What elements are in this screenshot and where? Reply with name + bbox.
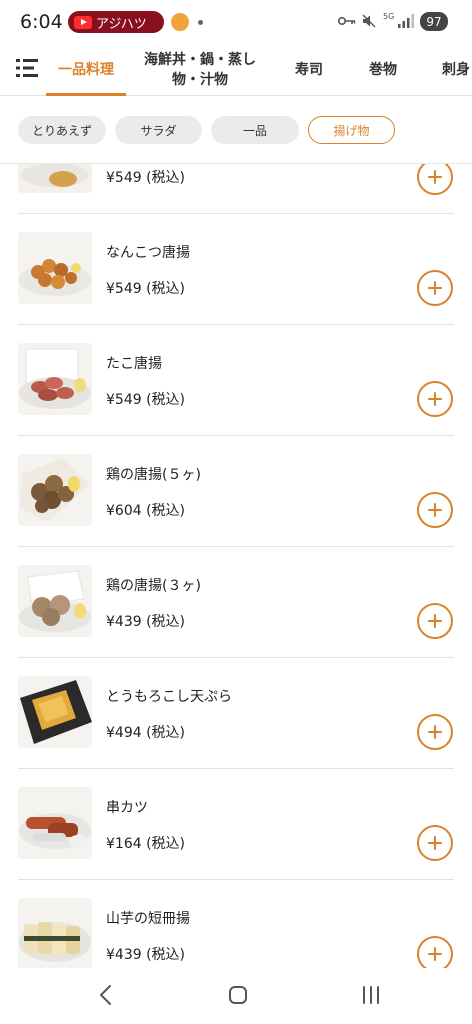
chip-salad[interactable]: サラダ [115, 116, 202, 144]
subcategory-chip-bar: とりあえず サラダ 一品 揚げ物 [0, 96, 472, 164]
item-price: ¥604 (税込) [106, 503, 186, 519]
plus-icon [428, 392, 442, 406]
tab-makimono[interactable]: 巻物 [354, 44, 412, 96]
tab-label: 刺身 [442, 62, 470, 78]
item-photo [18, 454, 92, 526]
add-to-cart-button[interactable] [417, 825, 453, 861]
tab-kaisendon-nabe[interactable]: 海鮮丼・鍋・蒸し 物・汁物 [134, 44, 266, 96]
add-to-cart-button[interactable] [417, 936, 453, 968]
item-price: ¥439 (税込) [106, 947, 186, 963]
tab-label: 寿司 [295, 62, 323, 78]
youtube-label: アジハツ [96, 16, 147, 32]
list-item[interactable]: 鶏の唐揚(５ヶ) ¥604 (税込) [18, 436, 454, 547]
item-name: 山芋の短冊揚 [106, 911, 190, 927]
plus-icon [428, 281, 442, 295]
chip-toriaezu[interactable]: とりあえず [18, 116, 106, 144]
category-tab-bar: 一品料理 海鮮丼・鍋・蒸し 物・汁物 寿司 巻物 刺身 [0, 44, 472, 96]
item-price: ¥549 (税込) [106, 170, 186, 186]
youtube-icon [74, 15, 92, 29]
tab-ippin-ryori[interactable]: 一品料理 [46, 44, 126, 96]
item-photo [18, 565, 92, 637]
add-to-cart-button[interactable] [417, 603, 453, 639]
add-to-cart-button[interactable] [417, 714, 453, 750]
status-bar: 6:04 アジハツ 5G 97 [0, 0, 472, 44]
chip-label: とりあえず [31, 123, 92, 138]
tab-sushi[interactable]: 寿司 [280, 44, 338, 96]
status-time: 6:04 [20, 11, 63, 33]
plus-icon [428, 170, 442, 184]
list-item[interactable]: 鶏の唐揚(３ヶ) ¥439 (税込) [18, 547, 454, 658]
chip-agemono[interactable]: 揚げ物 [308, 116, 395, 144]
add-to-cart-button[interactable] [417, 381, 453, 417]
plus-icon [428, 614, 442, 628]
item-name: なんこつ唐揚 [106, 245, 190, 261]
item-price: ¥164 (税込) [106, 836, 186, 852]
add-to-cart-button[interactable] [417, 492, 453, 528]
item-photo [18, 676, 92, 748]
list-item[interactable]: とうもろこし天ぷら ¥494 (税込) [18, 658, 454, 769]
item-name: 串カツ [106, 800, 148, 816]
list-item[interactable]: なんこつ唐揚 ¥549 (税込) [18, 214, 454, 325]
network-label: 5G [383, 12, 395, 21]
item-name: たこ唐揚 [106, 356, 162, 372]
recents-icon[interactable] [360, 985, 382, 1005]
chip-label: 一品 [242, 123, 267, 138]
menu-item-list[interactable]: ¥549 (税込) なんこつ唐揚 ¥549 (税込) たこ唐揚 ¥549 (税込… [0, 164, 472, 968]
notification-dot [198, 20, 203, 25]
item-photo [18, 343, 92, 415]
home-icon[interactable] [228, 985, 248, 1005]
item-price: ¥439 (税込) [106, 614, 186, 630]
item-price: ¥549 (税込) [106, 392, 186, 408]
tab-label-line2: 物・汁物 [172, 72, 228, 88]
add-to-cart-button[interactable] [417, 164, 453, 195]
back-icon[interactable] [96, 984, 116, 1006]
plus-icon [428, 836, 442, 850]
youtube-notification: アジハツ [68, 11, 164, 33]
app-notification-icon [171, 13, 189, 31]
signal-icon [398, 14, 414, 28]
chip-label: 揚げ物 [333, 123, 370, 138]
list-item[interactable]: 山芋の短冊揚 ¥439 (税込) [18, 880, 454, 968]
item-photo [18, 787, 92, 859]
item-price: ¥494 (税込) [106, 725, 186, 741]
add-to-cart-button[interactable] [417, 270, 453, 306]
plus-icon [428, 725, 442, 739]
tab-label: 一品料理 [58, 62, 114, 78]
system-navigation-bar [0, 968, 472, 1024]
list-item[interactable]: ¥549 (税込) [18, 164, 454, 214]
category-menu-icon[interactable] [16, 57, 40, 79]
chip-label: サラダ [140, 123, 177, 138]
chip-ippin[interactable]: 一品 [211, 116, 299, 144]
list-item[interactable]: たこ唐揚 ¥549 (税込) [18, 325, 454, 436]
plus-icon [428, 503, 442, 517]
tab-sashimi[interactable]: 刺身 [428, 44, 472, 96]
item-photo [18, 232, 92, 304]
mute-icon [362, 14, 376, 28]
tab-label: 巻物 [369, 62, 397, 78]
item-name: とうもろこし天ぷら [106, 689, 232, 705]
item-name: 鶏の唐揚(３ヶ) [106, 578, 201, 594]
item-name: 鶏の唐揚(５ヶ) [106, 467, 201, 483]
battery-badge: 97 [420, 12, 448, 31]
tab-label-line1: 海鮮丼・鍋・蒸し [144, 52, 256, 68]
item-price: ¥549 (税込) [106, 281, 186, 297]
item-photo [18, 164, 92, 193]
list-item[interactable]: 串カツ ¥164 (税込) [18, 769, 454, 880]
key-icon [338, 17, 356, 25]
plus-icon [428, 947, 442, 961]
item-photo [18, 898, 92, 968]
